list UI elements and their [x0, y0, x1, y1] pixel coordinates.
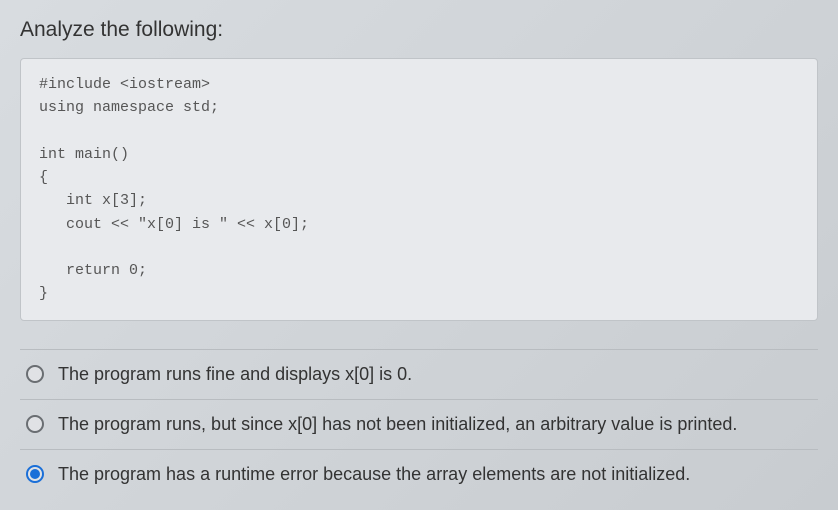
code-block: #include <iostream> using namespace std;… [20, 58, 818, 321]
option-label: The program runs, but since x[0] has not… [58, 414, 812, 435]
options-list: The program runs fine and displays x[0] … [20, 349, 818, 499]
option-2[interactable]: The program has a runtime error because … [20, 449, 818, 499]
option-1[interactable]: The program runs, but since x[0] has not… [20, 399, 818, 449]
radio-icon-selected [26, 465, 44, 483]
option-label: The program runs fine and displays x[0] … [58, 364, 812, 385]
radio-icon [26, 415, 44, 433]
option-label: The program has a runtime error because … [58, 464, 812, 485]
radio-icon [26, 365, 44, 383]
option-0[interactable]: The program runs fine and displays x[0] … [20, 349, 818, 399]
question-prompt: Analyze the following: [20, 18, 818, 42]
